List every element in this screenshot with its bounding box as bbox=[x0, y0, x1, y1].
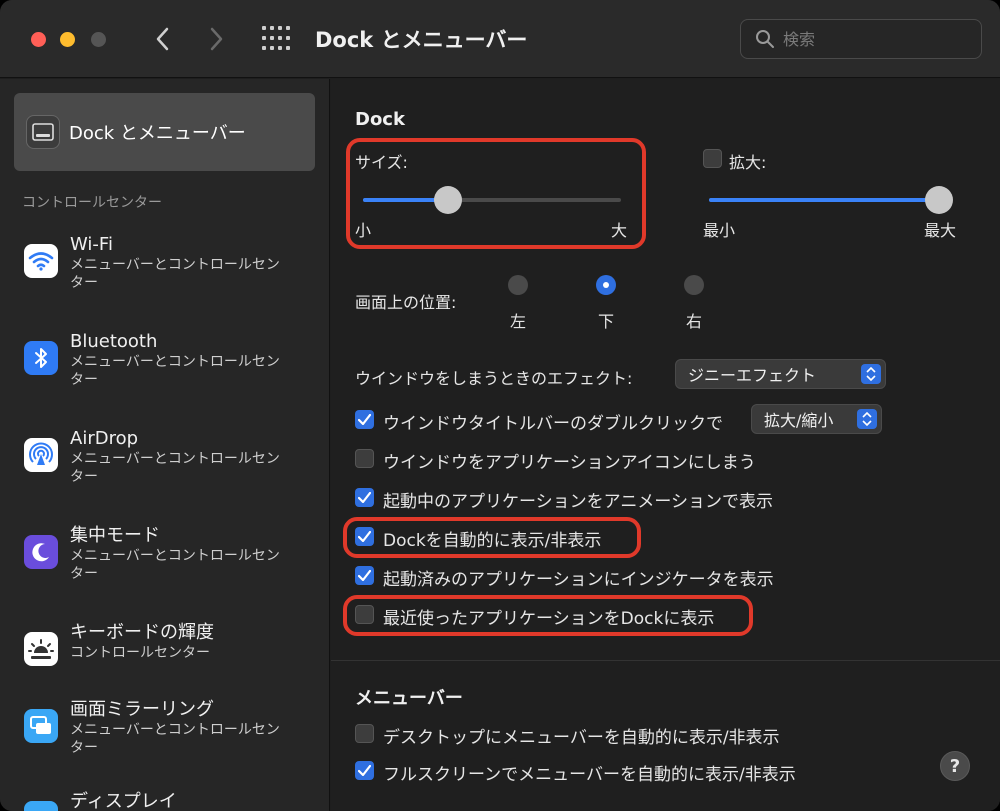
sidebar-item-bluetooth[interactable]: Bluetooth メニューバーとコントロールセンター bbox=[24, 331, 280, 389]
sidebar-item-name: Bluetooth bbox=[70, 331, 158, 352]
dock-section-heading: Dock bbox=[355, 109, 405, 130]
close-window-button[interactable] bbox=[31, 32, 46, 47]
sidebar-item-name: 画面ミラーリング bbox=[70, 699, 214, 720]
minimize-window-button[interactable] bbox=[60, 32, 75, 47]
sidebar-item-name: 集中モード bbox=[70, 525, 160, 546]
help-button[interactable]: ? bbox=[940, 751, 970, 781]
position-bottom-label: 下 bbox=[597, 312, 614, 331]
autohide-menubar-desktop-label: デスクトップにメニューバーを自動的に表示/非表示 bbox=[383, 728, 780, 748]
checkmark-icon bbox=[358, 414, 371, 425]
forward-button[interactable] bbox=[202, 22, 232, 56]
size-label: サイズ: bbox=[355, 153, 408, 172]
up-down-arrows-icon bbox=[857, 409, 877, 429]
magnification-label: 拡大: bbox=[729, 153, 767, 172]
checkmark-icon bbox=[358, 492, 371, 503]
sidebar-item-subtitle: コントロールセンター bbox=[70, 645, 210, 661]
keyboard-brightness-icon bbox=[24, 632, 58, 666]
checkmark-icon bbox=[358, 531, 371, 542]
show-all-grid-icon[interactable] bbox=[262, 26, 292, 52]
autohide-dock-label: Dockを自動的に表示/非表示 bbox=[383, 531, 602, 551]
bluetooth-icon bbox=[24, 341, 58, 375]
toolbar: Dock とメニューバー bbox=[0, 0, 1000, 78]
sidebar-item-screen-mirroring[interactable]: 画面ミラーリング メニューバーとコントロールセンター bbox=[24, 699, 280, 757]
wifi-icon bbox=[24, 244, 58, 278]
sidebar-item-name: キーボードの輝度 bbox=[70, 622, 214, 643]
search-input[interactable] bbox=[783, 29, 963, 49]
sidebar: Dock とメニューバー コントロールセンター Wi-Fi メニューバーとコント… bbox=[0, 79, 330, 811]
dock-icon bbox=[26, 115, 60, 149]
moon-icon bbox=[24, 535, 58, 569]
chevron-left-icon bbox=[156, 27, 169, 51]
animate-apps-label: 起動中のアプリケーションをアニメーションで表示 bbox=[383, 492, 773, 512]
sidebar-item-airdrop[interactable]: AirDrop メニューバーとコントロールセンター bbox=[24, 428, 280, 486]
show-indicators-label: 起動済みのアプリケーションにインジケータを表示 bbox=[383, 570, 774, 590]
search-icon bbox=[756, 30, 774, 48]
minimize-into-icon-label: ウインドウをアプリケーションアイコンにしまう bbox=[383, 453, 756, 473]
minimize-effect-popup[interactable]: ジニーエフェクト bbox=[675, 359, 886, 389]
minimize-effect-label: ウインドウをしまうときのエフェクト: bbox=[355, 369, 633, 388]
sidebar-item-focus[interactable]: 集中モード メニューバーとコントロールセンター bbox=[24, 525, 280, 583]
size-min-label: 小 bbox=[355, 221, 372, 240]
sidebar-item-label: Dock とメニューバー bbox=[69, 123, 246, 144]
preferences-window: Dock とメニューバー Dock とメニューバー コントロールセンター Wi-… bbox=[0, 0, 1000, 811]
sidebar-item-name: Wi-Fi bbox=[70, 234, 113, 255]
section-divider bbox=[331, 660, 1000, 661]
back-button[interactable] bbox=[147, 22, 177, 56]
size-slider-thumb[interactable] bbox=[434, 186, 463, 214]
magnification-checkbox[interactable] bbox=[703, 149, 722, 168]
chevron-right-icon bbox=[210, 27, 223, 51]
double-click-popup[interactable]: 拡大/縮小 bbox=[751, 404, 882, 434]
menubar-section-heading: メニューバー bbox=[355, 688, 463, 709]
sidebar-section-header: コントロールセンター bbox=[22, 195, 162, 211]
sidebar-item-display[interactable]: ディスプレイ bbox=[24, 791, 177, 811]
animate-apps-checkbox[interactable] bbox=[355, 488, 374, 507]
size-max-label: 大 bbox=[611, 221, 628, 240]
magnification-max-label: 最大 bbox=[924, 221, 957, 240]
search-field[interactable] bbox=[740, 19, 982, 59]
screen-mirroring-icon bbox=[24, 709, 58, 743]
minimize-effect-value: ジニーエフェクト bbox=[688, 366, 817, 385]
show-recent-apps-checkbox[interactable] bbox=[355, 605, 374, 624]
checkmark-icon bbox=[358, 570, 371, 581]
sidebar-item-dock-menubar[interactable]: Dock とメニューバー bbox=[14, 93, 315, 171]
sidebar-item-name: AirDrop bbox=[70, 428, 139, 449]
double-click-value: 拡大/縮小 bbox=[764, 411, 834, 430]
display-icon bbox=[24, 801, 58, 811]
magnification-min-label: 最小 bbox=[703, 221, 736, 240]
size-slider[interactable] bbox=[363, 186, 621, 214]
sidebar-item-subtitle: メニューバーとコントロールセンター bbox=[70, 354, 280, 388]
magnification-slider-fill bbox=[709, 198, 939, 202]
zoom-window-button[interactable] bbox=[91, 32, 106, 47]
double-click-checkbox[interactable] bbox=[355, 410, 374, 429]
up-down-arrows-icon bbox=[861, 364, 881, 384]
sidebar-item-subtitle: メニューバーとコントロールセンター bbox=[70, 722, 280, 756]
magnification-slider-thumb[interactable] bbox=[925, 186, 953, 214]
autohide-menubar-desktop-checkbox[interactable] bbox=[355, 724, 374, 743]
show-recent-apps-label: 最近使ったアプリケーションをDockに表示 bbox=[383, 609, 715, 629]
sidebar-item-name: ディスプレイ bbox=[70, 791, 177, 811]
double-click-label: ウインドウタイトルバーのダブルクリックで bbox=[383, 414, 723, 434]
minimize-into-icon-checkbox[interactable] bbox=[355, 449, 374, 468]
window-title: Dock とメニューバー bbox=[315, 28, 528, 52]
position-left-radio[interactable] bbox=[508, 275, 528, 295]
magnification-slider[interactable] bbox=[709, 186, 953, 214]
sidebar-item-subtitle: メニューバーとコントロールセンター bbox=[70, 257, 280, 291]
position-bottom-radio[interactable] bbox=[596, 275, 616, 295]
position-left-label: 左 bbox=[509, 312, 526, 331]
main-panel: Dock サイズ: 小 大 拡大: 最小 最大 画面上の位置: 左 下 右 ウイ… bbox=[331, 79, 1000, 811]
sidebar-item-keyboard-brightness[interactable]: キーボードの輝度 コントロールセンター bbox=[24, 622, 280, 666]
position-label: 画面上の位置: bbox=[355, 293, 457, 312]
autohide-menubar-fullscreen-label: フルスクリーンでメニューバーを自動的に表示/非表示 bbox=[383, 765, 796, 785]
position-right-label: 右 bbox=[685, 312, 702, 331]
autohide-dock-checkbox[interactable] bbox=[355, 527, 374, 546]
sidebar-item-subtitle: メニューバーとコントロールセンター bbox=[70, 548, 280, 582]
autohide-menubar-fullscreen-checkbox[interactable] bbox=[355, 761, 374, 780]
sidebar-item-wifi[interactable]: Wi-Fi メニューバーとコントロールセンター bbox=[24, 234, 280, 292]
show-indicators-checkbox[interactable] bbox=[355, 566, 374, 585]
airdrop-icon bbox=[24, 438, 58, 472]
sidebar-item-subtitle: メニューバーとコントロールセンター bbox=[70, 451, 280, 485]
position-right-radio[interactable] bbox=[684, 275, 704, 295]
checkmark-icon bbox=[358, 765, 371, 776]
